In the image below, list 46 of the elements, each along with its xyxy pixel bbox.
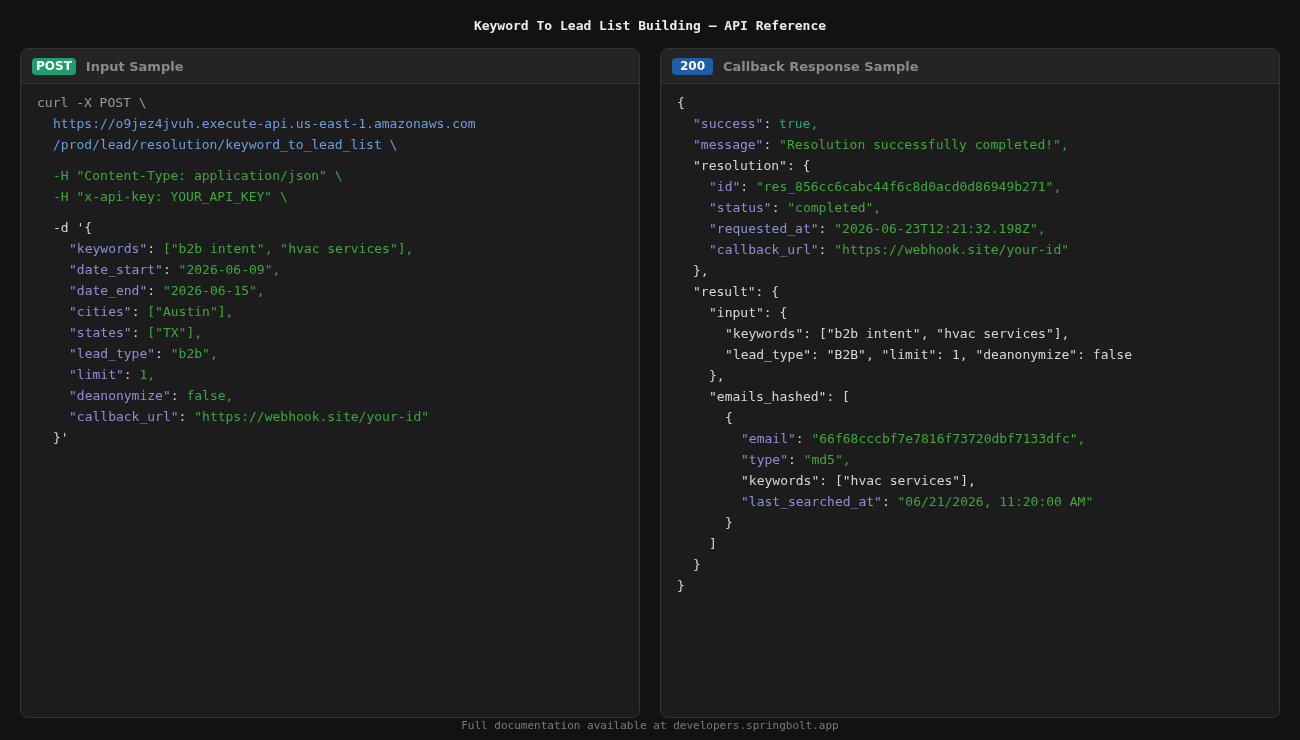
code-line: "keywords": ["b2b intent", "hvac services"], (69, 240, 414, 258)
code-line: } (677, 577, 685, 595)
code-line: "input": { (709, 304, 788, 322)
page-title: Keyword To Lead List Building — API Reference (473, 18, 827, 34)
status-badge: 200 (672, 57, 713, 75)
code-line: "type": "md5", (741, 451, 851, 469)
code-line: ] (709, 535, 717, 553)
code-line: "date_start": "2026-06-09", (69, 261, 281, 279)
code-line: }' (53, 429, 69, 447)
code-line: "emails_hashed": [ (709, 388, 850, 406)
code-line: } (693, 556, 701, 574)
code-line: -H "Content-Type: application/json" \ (53, 167, 343, 185)
panel-title: Input Sample (85, 58, 184, 74)
code-line: "keywords": ["b2b intent", "hvac services"], (725, 325, 1070, 343)
code-line: "email": "66f68cccbf7e7816f73720dbf7133dfc", (741, 430, 1086, 448)
panel-title: Callback Response Sample (723, 58, 919, 74)
code-line: "lead_type": "B2B", "limit": 1, "deanonymize": false (725, 346, 1132, 364)
code-line: "id": "res_856cc6cabc44f6c8d0acd0d86949b271", (709, 178, 1062, 196)
code-line: { (677, 94, 685, 112)
code-line: curl -X POST \ (37, 94, 147, 112)
code-line: "callback_url": "https://webhook.site/your-id" (69, 408, 430, 426)
code-line: "callback_url": "https://webhook.site/your-id" (709, 241, 1070, 259)
code-line: /prod/lead/resolution/keyword_to_lead_list \ (53, 136, 398, 154)
code-line: -H "x-api-key: YOUR_API_KEY" \ (53, 188, 288, 206)
footer-note: Full documentation available at developers.springbolt.app (461, 718, 839, 734)
code-line: } (725, 514, 733, 532)
code-line: "last_searched_at": "06/21/2026, 11:20:00 AM" (741, 493, 1094, 511)
code-line: "lead_type": "b2b", (69, 345, 218, 363)
code-line: "status": "completed", (709, 199, 882, 217)
code-line: { (725, 409, 733, 427)
code-line: "result": { (693, 283, 780, 301)
code-line: "deanonymize": false, (69, 387, 234, 405)
code-line: "resolution": { (693, 157, 811, 175)
code-line: }, (693, 262, 709, 280)
code-line: "cities": ["Austin"], (69, 303, 234, 321)
code-line: "keywords": ["hvac services"], (741, 472, 976, 490)
code-line: "date_end": "2026-06-15", (69, 282, 265, 300)
code-line: https://o9jez4jvuh.execute-api.us-east-1.amazonaws.com (53, 115, 476, 133)
code-line: "success": true, (693, 115, 819, 133)
code-line: "requested_at": "2026-06-23T12:21:32.198Z", (709, 220, 1046, 238)
code-line: "limit": 1, (69, 366, 156, 384)
code-line: "states": ["TX"], (69, 324, 203, 342)
code-line: "message": "Resolution successfully completed!", (693, 136, 1069, 154)
code-line: }, (709, 367, 725, 385)
code-line: -d '{ (53, 219, 93, 237)
method-badge: POST (32, 57, 76, 75)
